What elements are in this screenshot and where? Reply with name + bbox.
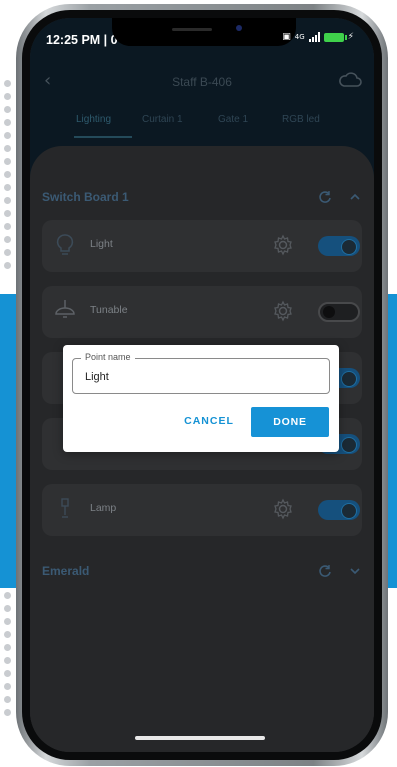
pendant-lamp-icon <box>55 300 75 318</box>
tab-curtain-1[interactable]: Curtain 1 <box>142 114 183 125</box>
bulb-icon <box>56 234 74 255</box>
toggle-switch-lamp[interactable] <box>318 500 360 520</box>
refresh-icon[interactable] <box>318 190 332 204</box>
point-name-field[interactable]: Point name <box>72 352 330 394</box>
point-name-input[interactable] <box>85 371 315 383</box>
page-title: Staff B-406 <box>172 75 232 89</box>
status-time: 12:25 PM | 0 <box>46 33 118 47</box>
tab-bar: Lighting Curtain 1 Gate 1 RGB led <box>30 106 374 146</box>
cancel-button[interactable]: CANCEL <box>175 407 243 435</box>
refresh-icon[interactable] <box>318 564 332 578</box>
notch <box>112 18 296 46</box>
point-name-dialog: Point name CANCEL DONE <box>63 345 339 452</box>
done-button[interactable]: DONE <box>251 407 329 437</box>
toggle-switch-light[interactable] <box>318 236 360 256</box>
decorative-dots-bottom <box>4 592 12 722</box>
battery-icon <box>323 32 347 42</box>
point-row-lamp[interactable]: Lamp <box>42 484 362 536</box>
toggle-switch-tunable[interactable] <box>318 302 360 322</box>
signal-icon <box>308 32 320 42</box>
tab-rgb-led[interactable]: RGB led <box>282 114 320 125</box>
lamp-icon <box>61 498 69 518</box>
point-row-light[interactable]: Light <box>42 220 362 272</box>
field-label: Point name <box>81 352 135 362</box>
tab-lighting[interactable]: Lighting <box>76 114 111 125</box>
tab-gate-1[interactable]: Gate 1 <box>218 114 248 125</box>
decorative-dots-top <box>4 80 12 275</box>
gear-icon[interactable] <box>272 498 294 520</box>
alarm-icon: ▣ <box>282 32 291 42</box>
group-header-emerald[interactable]: Emerald <box>42 560 362 584</box>
point-row-tunable[interactable]: Tunable <box>42 286 362 338</box>
home-indicator <box>135 736 265 740</box>
status-bar: 12:25 PM | 0 ▣ 4G ⚡ <box>30 18 374 58</box>
group-header-switch-board[interactable]: Switch Board 1 <box>42 186 362 210</box>
chevron-up-icon[interactable] <box>348 190 362 204</box>
point-label: Light <box>90 238 113 250</box>
group-title: Switch Board 1 <box>42 190 129 204</box>
app-bar: ‹ Staff B-406 <box>30 58 374 108</box>
chevron-down-icon[interactable] <box>348 564 362 578</box>
charging-icon: ⚡ <box>347 32 354 42</box>
group-title: Emerald <box>42 564 90 578</box>
point-label: Tunable <box>90 304 128 316</box>
gear-icon[interactable] <box>272 234 294 256</box>
tab-active-indicator <box>74 136 132 138</box>
network-type: 4G <box>294 33 305 41</box>
status-icons: ▣ 4G ⚡ <box>282 32 354 42</box>
cloud-icon[interactable] <box>338 72 362 92</box>
point-label: Lamp <box>90 502 117 514</box>
gear-icon[interactable] <box>272 300 294 322</box>
